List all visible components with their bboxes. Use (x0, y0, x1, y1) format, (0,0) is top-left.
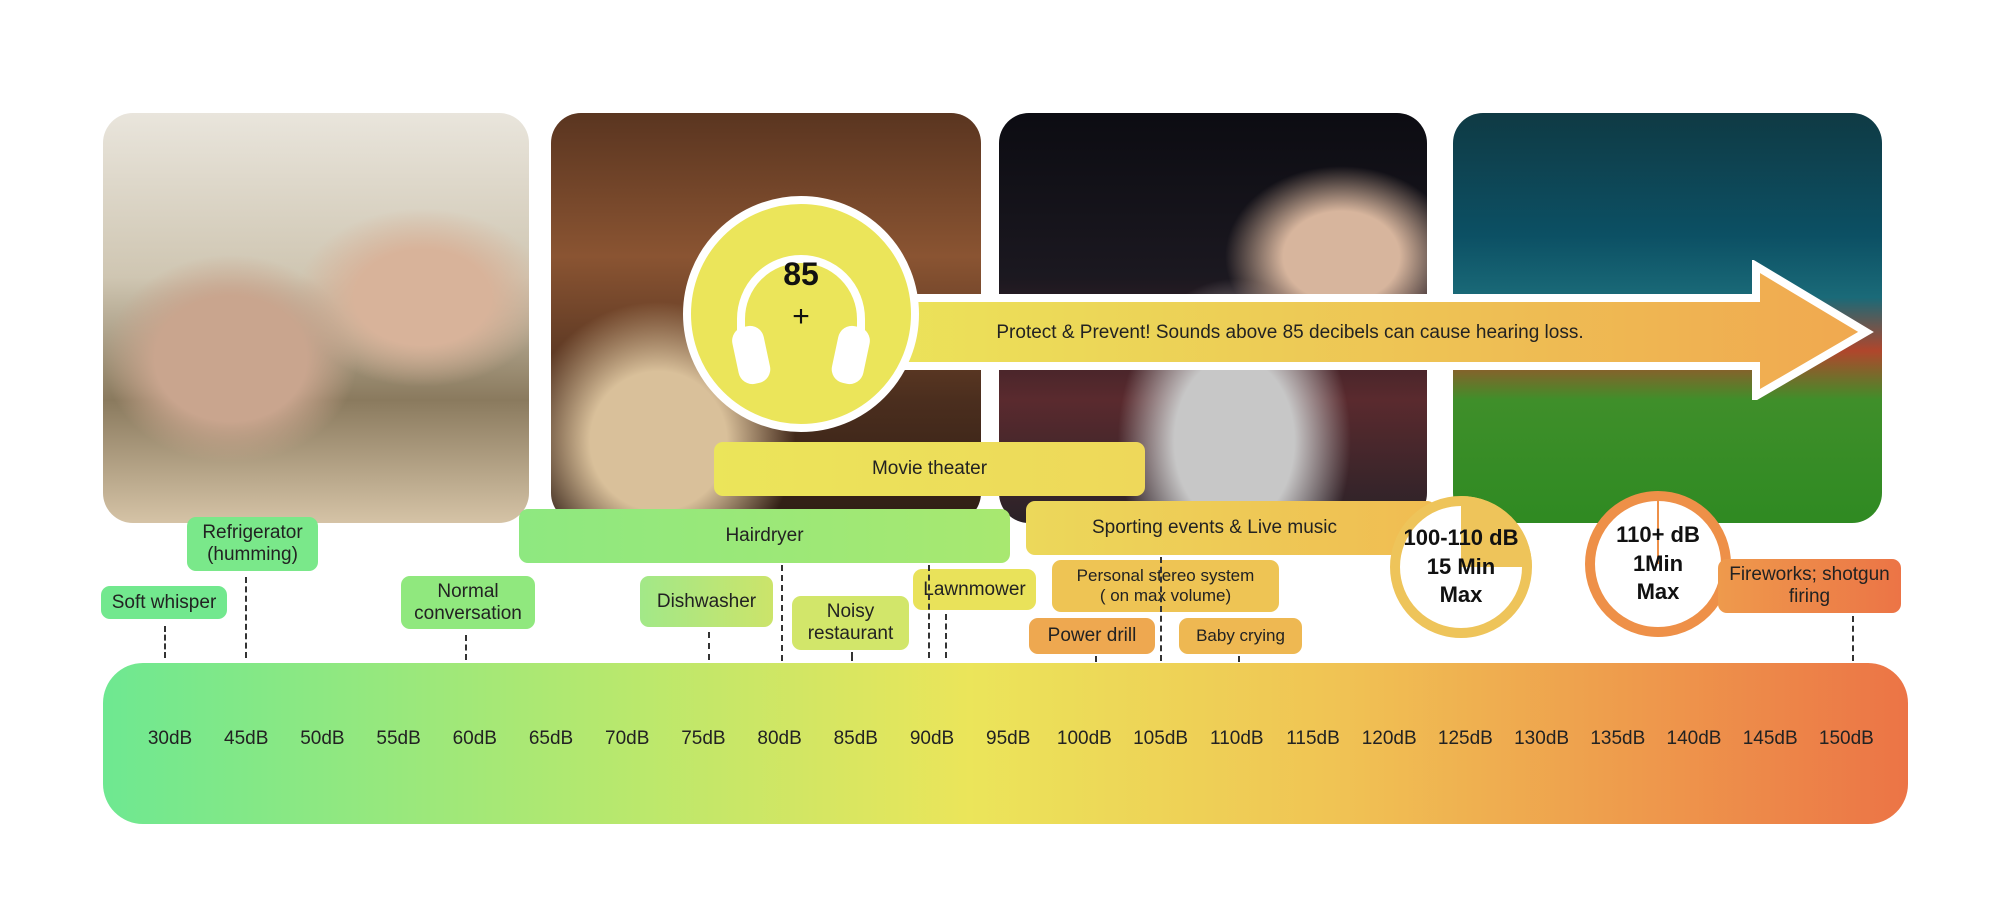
tick-label: 140dB (1666, 728, 1722, 749)
leader-line (851, 652, 853, 661)
tick-label: 85dB (833, 728, 878, 749)
limit-ring-100-110: 100-110 dB 15 Min Max (1390, 496, 1532, 638)
limit-time: 15 Min (1426, 553, 1496, 579)
warning-message: Protect & Prevent! Sounds above 85 decib… (996, 322, 1584, 343)
tick-label: 55dB (376, 728, 421, 749)
leader-line (465, 635, 467, 660)
tick-label: 125dB (1437, 728, 1493, 749)
tick-label: 105dB (1133, 728, 1189, 749)
tick-label: 65dB (528, 728, 574, 749)
tick-label: 70dB (605, 728, 650, 749)
tick-label: 130dB (1514, 728, 1570, 749)
label-normal-conversation: Normal conversation (401, 576, 535, 629)
label-personal-stereo: Personal stereo system ( on max volume) (1052, 560, 1279, 612)
tick-label: 90dB (909, 728, 955, 749)
tick-label: 150dB (1818, 728, 1874, 749)
label-personal-stereo-line1: Personal stereo system (1076, 566, 1255, 586)
limit-level: 110+ dB (1616, 522, 1700, 548)
tick-label: 30dB (147, 728, 193, 749)
label-fireworks: Fireworks; shotgun firing (1718, 559, 1901, 613)
badge-number: 85 (783, 256, 819, 292)
limit-level: 100-110 dB (1403, 525, 1519, 551)
tick-label: 95dB (986, 728, 1031, 749)
label-dishwasher: Dishwasher (640, 576, 773, 627)
tick-label: 80dB (757, 728, 802, 749)
badge-plus: + (792, 300, 810, 333)
photo-conversation (103, 113, 529, 523)
leader-line (781, 565, 783, 661)
label-hairdryer: Hairdryer (519, 509, 1010, 563)
tick-label: 135dB (1590, 728, 1646, 749)
tick-label: 100dB (1056, 728, 1112, 749)
leader-line (164, 626, 166, 658)
label-noisy-restaurant: Noisy restaurant (792, 596, 909, 650)
label-movie-theater: Movie theater (714, 442, 1145, 496)
limit-suffix: Max (1636, 579, 1680, 605)
leader-line (945, 614, 947, 658)
leader-line (1238, 656, 1240, 662)
leader-line (928, 565, 930, 658)
limit-time: 1Min (1632, 550, 1684, 576)
tick-label: 45dB (224, 728, 269, 749)
tick-label: 110dB (1210, 728, 1264, 749)
leader-line (708, 632, 710, 660)
leader-line (1095, 656, 1097, 662)
tick-label: 145dB (1742, 728, 1798, 749)
tick-label: 75dB (681, 728, 726, 749)
limit-suffix: Max (1439, 582, 1483, 608)
limit-ring-110-plus: 110+ dB 1Min Max (1585, 491, 1731, 637)
label-sporting-events: Sporting events & Live music (1026, 501, 1436, 555)
label-baby-crying: Baby crying (1179, 618, 1302, 654)
tick-label: 60dB (452, 728, 497, 749)
leader-line (245, 577, 247, 658)
label-lawnmower: Lawnmower (913, 569, 1036, 610)
label-power-drill: Power drill (1029, 618, 1155, 654)
label-soft-whisper: Soft whisper (101, 586, 227, 619)
tick-label: 50dB (300, 728, 345, 749)
tick-label: 120dB (1361, 728, 1417, 749)
leader-line (1852, 616, 1854, 661)
leader-line (1160, 557, 1162, 661)
tick-label: 115dB (1286, 728, 1340, 749)
label-personal-stereo-line2: ( on max volume) (1099, 586, 1232, 605)
label-refrigerator: Refrigerator (humming) (187, 517, 318, 571)
headphones-badge: 85 + (683, 196, 919, 432)
